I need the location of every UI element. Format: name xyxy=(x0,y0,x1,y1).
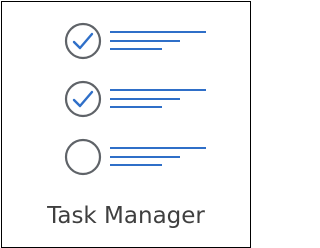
checked-circle-icon xyxy=(64,22,102,60)
task-item-3 xyxy=(64,138,206,176)
unchecked-circle-icon xyxy=(64,138,102,176)
checked-circle-icon xyxy=(64,80,102,118)
checkmark-icon xyxy=(72,90,94,108)
task-item-2 xyxy=(64,80,206,118)
app-label: Task Manager xyxy=(47,203,205,229)
checkmark-icon xyxy=(72,32,94,50)
task-manager-tile[interactable]: Task Manager xyxy=(2,2,250,247)
task-item-1 xyxy=(64,22,206,60)
app-tile-frame: Task Manager xyxy=(1,1,251,248)
task-list-icon xyxy=(64,22,206,176)
